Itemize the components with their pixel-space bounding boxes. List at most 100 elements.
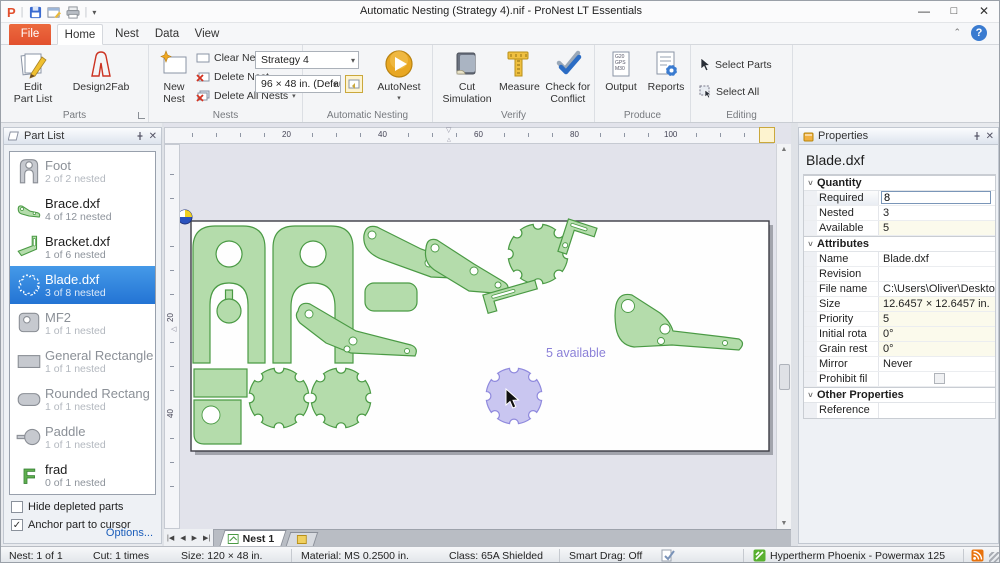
output-button[interactable]: G20 GPS M30 Output (599, 47, 643, 93)
minimize-button[interactable]: — (909, 1, 939, 22)
section-quantity[interactable]: ˅ Quantity (804, 175, 995, 191)
tab-file[interactable]: File (9, 24, 51, 45)
app-window: P | | ▾ Automatic Nesting (Strategy 4).n… (0, 0, 1000, 563)
mirror-value[interactable]: Never (879, 357, 995, 371)
right-splitter[interactable] (791, 123, 798, 546)
parts-dialog-launcher-icon[interactable] (138, 112, 145, 119)
part-list-item-foot[interactable]: Foot2 of 2 nested (10, 152, 155, 190)
part-list-item-bracket[interactable]: Bracket.dxf1 of 6 nested (10, 228, 155, 266)
part-list-item-rounded-rectangle[interactable]: Rounded Rectang1 of 1 nested (10, 380, 155, 418)
machine-name[interactable]: Hypertherm Phoenix - Powermax 125 (770, 550, 945, 562)
name-value[interactable]: Blade.dxf (879, 252, 995, 266)
revision-value[interactable] (879, 267, 995, 281)
window-controls: — □ ✕ (909, 1, 999, 22)
svg-text:M30: M30 (615, 66, 625, 72)
pin-icon[interactable] (972, 131, 982, 141)
part-list-item-brace[interactable]: Brace.dxf4 of 12 nested (10, 190, 155, 228)
scrollbar-thumb[interactable] (779, 364, 790, 390)
part-list-item-frad[interactable]: F frad0 of 1 nested (10, 456, 155, 494)
maximize-button[interactable]: □ (939, 1, 969, 22)
part-list-item-mf2[interactable]: MF21 of 1 nested (10, 304, 155, 342)
rss-icon[interactable] (971, 549, 984, 562)
scroll-up-icon[interactable]: ▲ (781, 146, 788, 153)
nested-part-general-rectangle[interactable] (194, 369, 247, 397)
new-nest-tab-button[interactable] (285, 532, 318, 546)
sheet-list-button[interactable] (345, 75, 363, 93)
check-for-conflict-button[interactable]: Check for Conflict (542, 47, 594, 105)
mf2-part-icon (13, 309, 45, 337)
nest-tab-active[interactable]: Nest 1 (220, 530, 287, 546)
tab-nest[interactable]: Nest (109, 24, 145, 45)
cut-simulation-button[interactable]: Cut Simulation (437, 47, 497, 105)
nested-part-rounded-rectangle[interactable] (365, 283, 417, 311)
property-row-priority: Priority 5 (804, 312, 995, 327)
verify-group-label: Verify (501, 110, 526, 121)
reference-value[interactable] (879, 403, 995, 418)
tab-home[interactable]: Home (57, 24, 103, 45)
divider (743, 549, 744, 562)
help-button[interactable]: ? (971, 25, 987, 41)
select-all-button[interactable]: Select All (699, 82, 772, 101)
nest-canvas[interactable]: 5 available 20 40 60 80 100 ▽ △ (164, 123, 791, 546)
design2fab-button[interactable]: Design2Fab (61, 47, 141, 93)
tab-data[interactable]: Data (149, 24, 185, 45)
pin-icon[interactable] (135, 131, 145, 141)
scroll-down-icon[interactable]: ▼ (781, 520, 788, 527)
autonest-dropdown-icon[interactable]: ▾ (397, 94, 401, 102)
nest-drawing[interactable]: 5 available (164, 123, 791, 546)
property-row-prohibit-fill: Prohibit fil (804, 372, 995, 387)
window-title: Automatic Nesting (Strategy 4).nif - Pro… (1, 5, 1000, 17)
close-panel-icon[interactable]: ✕ (986, 131, 994, 142)
sheet-size-select[interactable]: 96 × 48 in. (Defaul▾ (255, 75, 341, 93)
new-nest-button[interactable]: New Nest (152, 47, 196, 105)
section-other-properties[interactable]: ˅ Other Properties (804, 387, 995, 403)
close-button[interactable]: ✕ (969, 1, 999, 22)
reports-button[interactable]: Reports (643, 47, 689, 93)
status-bar: Nest: 1 of 1 Cut: 1 times Size: 120 × 48… (1, 546, 1000, 563)
properties-panel: Properties ✕ Blade.dxf ˅ Quantity Requir… (798, 127, 999, 544)
ruler-number: 20 (282, 130, 291, 139)
ruler-corner-button[interactable] (759, 127, 775, 143)
select-parts-icon (699, 58, 711, 71)
edit-part-list-button[interactable]: Edit Part List (5, 47, 61, 105)
hide-depleted-parts-checkbox[interactable] (11, 501, 23, 513)
part-list-item-paddle[interactable]: Paddle1 of 1 nested (10, 418, 155, 456)
svg-text:F: F (23, 465, 36, 489)
select-parts-button[interactable]: Select Parts (699, 55, 772, 74)
part-list-item-general-rectangle[interactable]: General Rectangle1 of 1 nested (10, 342, 155, 380)
foot-part-icon (13, 157, 45, 185)
bracket-part-icon (13, 233, 45, 261)
part-list-item-blade[interactable]: Blade.dxf3 of 8 nested (10, 266, 155, 304)
close-panel-icon[interactable]: ✕ (149, 131, 157, 142)
anchor-part-to-cursor-checkbox[interactable]: ✓ (11, 519, 23, 531)
tab-view[interactable]: View (189, 24, 225, 45)
chevron-down-icon: ˅ (804, 240, 817, 249)
vertical-scrollbar[interactable]: ▲ ▼ (776, 144, 791, 529)
file-name-value[interactable]: C:\Users\Oliver\Desktop\Exar (879, 282, 995, 296)
chevron-down-icon: ▾ (351, 56, 355, 65)
ruler-number: 100 (664, 130, 677, 139)
measure-button[interactable]: Measure (497, 47, 542, 93)
previous-nest-icon[interactable]: ◀ (180, 534, 185, 542)
autonest-button[interactable]: AutoNest ▾ (371, 47, 427, 102)
grain-restraint-value[interactable]: 0° (879, 342, 995, 356)
chevron-down-icon: ˅ (804, 391, 817, 400)
design2fab-icon (86, 49, 116, 79)
hide-depleted-parts-row: Hide depleted parts (11, 501, 123, 513)
resize-grip[interactable] (989, 552, 999, 562)
initial-rotation-value[interactable]: 0° (879, 327, 995, 341)
first-nest-icon[interactable]: |◀ (167, 534, 174, 542)
options-link[interactable]: Options... (106, 527, 153, 539)
strategy-select[interactable]: Strategy 4▾ (255, 51, 359, 69)
ribbon-group-verify: Cut Simulation Measure Check for Co (433, 45, 595, 122)
nested-part-mf2[interactable] (194, 400, 241, 444)
last-nest-icon[interactable]: ▶| (203, 534, 210, 542)
required-quantity-input[interactable] (881, 191, 991, 204)
priority-value[interactable]: 5 (879, 312, 995, 326)
collapse-ribbon-icon[interactable]: ⌃ (953, 27, 961, 38)
section-attributes[interactable]: ˅ Attributes (804, 236, 995, 252)
status-smart-drag[interactable]: Smart Drag: Off (569, 550, 642, 562)
property-row-available: Available 5 (804, 221, 995, 236)
prohibit-fill-checkbox[interactable] (934, 373, 945, 384)
next-nest-icon[interactable]: ▶ (192, 534, 197, 542)
